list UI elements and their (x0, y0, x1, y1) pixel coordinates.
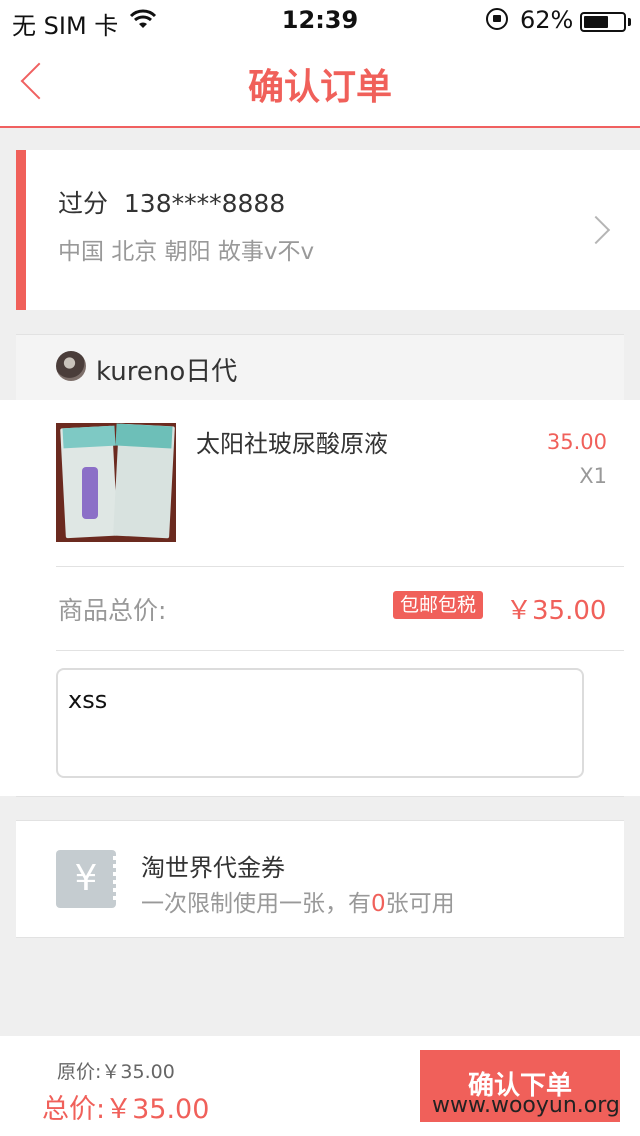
shop-avatar (56, 351, 86, 381)
divider (16, 796, 624, 797)
shop-name: kureno日代 (96, 357, 238, 387)
address-card[interactable] (16, 150, 640, 310)
final-total-price: 总价:￥35.00 (42, 1094, 210, 1125)
rotation-lock-icon (486, 8, 508, 30)
divider (56, 650, 624, 651)
original-price: 原价:￥35.00 (57, 1061, 175, 1083)
coupon-yen-icon: ¥ (56, 850, 119, 908)
shipping-tax-badge: 包邮包税 (393, 591, 484, 619)
product-package-label (115, 423, 173, 449)
divider (56, 566, 624, 567)
total-label: 商品总价: (58, 596, 167, 625)
battery-icon (580, 12, 626, 32)
product-bottle (82, 467, 98, 519)
total-price: ￥35.00 (506, 596, 607, 626)
watermark: www.wooyun.org (432, 1093, 620, 1118)
battery-tip (628, 18, 631, 26)
address-detail: 中国 北京 朝阳 故事v不v (58, 239, 315, 265)
battery-percent: 62% (520, 6, 574, 34)
product-image[interactable] (56, 423, 176, 542)
battery-level (584, 16, 608, 28)
recipient-name-phone: 过分 138****8888 (58, 189, 286, 218)
coupon-title: 淘世界代金券 (141, 854, 285, 882)
coupon-available-count: 0 (371, 891, 386, 917)
coupon-subtitle-prefix: 一次限制使用一张，有 (141, 891, 371, 917)
address-accent-bar (16, 150, 26, 310)
coupon-subtitle: 一次限制使用一张，有0张可用 (141, 884, 455, 918)
product-quantity: X1 (579, 464, 607, 488)
page-title: 确认订单 (247, 67, 392, 108)
product-package-label (62, 425, 116, 449)
product-title[interactable]: 太阳社玻尿酸原液 (196, 424, 388, 459)
product-price: 35.00 (546, 430, 607, 454)
coupon-subtitle-suffix: 张可用 (385, 891, 455, 917)
remark-input[interactable] (56, 668, 584, 778)
